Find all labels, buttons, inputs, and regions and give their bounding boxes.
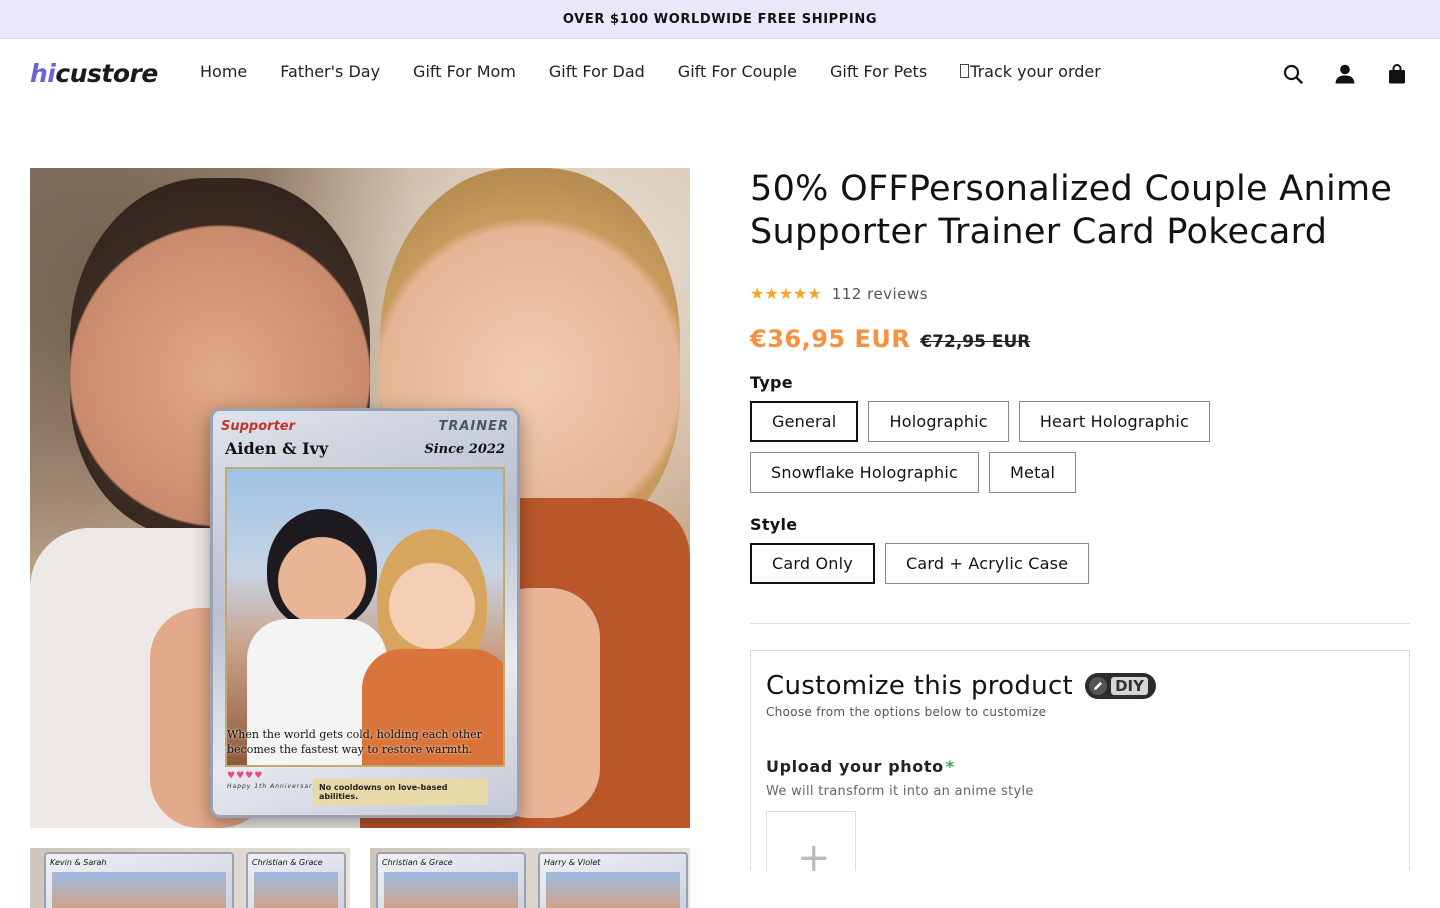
customize-subtitle: Choose from the options below to customi… xyxy=(766,705,1047,719)
type-option-holographic[interactable]: Holographic xyxy=(868,401,1009,442)
rating-row[interactable]: ★★★★★ 112 reviews xyxy=(750,284,1410,303)
customize-header: Customize this product DIY xyxy=(766,671,1394,701)
search-icon[interactable] xyxy=(1282,63,1304,85)
thumb-card-art xyxy=(52,872,226,908)
type-options: General Holographic Heart Holographic Sn… xyxy=(750,401,1410,493)
type-option-heart-holographic[interactable]: Heart Holographic xyxy=(1018,401,1210,442)
product-info: 50% OFFPersonalized Couple Anime Support… xyxy=(750,168,1410,878)
type-option-metal[interactable]: Metal xyxy=(989,452,1077,493)
art-boy-head xyxy=(267,509,377,629)
price-row: €36,95 EUR €72,95 EUR xyxy=(750,325,1410,353)
plus-icon: + xyxy=(797,835,831,881)
nav-fathers-day[interactable]: Father's Day xyxy=(280,62,380,81)
review-count: 112 reviews xyxy=(831,284,929,303)
divider xyxy=(750,623,1410,624)
logo-hi: hi xyxy=(30,59,56,88)
card-artwork xyxy=(225,467,505,767)
thumb-card-names: Christian & Grace xyxy=(252,858,323,867)
nav-gift-for-dad[interactable]: Gift For Dad xyxy=(549,62,645,81)
account-icon[interactable] xyxy=(1334,63,1356,85)
diy-badge-text: DIY xyxy=(1111,677,1148,695)
nav-home[interactable]: Home xyxy=(200,62,247,81)
type-option-snowflake-holographic[interactable]: Snowflake Holographic xyxy=(750,452,980,493)
logo[interactable]: hicustore xyxy=(30,59,158,88)
announcement-text: OVER $100 WORLDWIDE FREE SHIPPING xyxy=(562,11,878,27)
thumb-card-art xyxy=(254,872,338,908)
sale-price: €36,95 EUR xyxy=(750,325,911,353)
nav-gift-for-mom[interactable]: Gift For Mom xyxy=(413,62,516,81)
nav-track-order-label: Track your order xyxy=(970,62,1101,81)
style-option-card-only[interactable]: Card Only xyxy=(750,543,875,584)
required-marker: * xyxy=(945,757,955,776)
card-quote: When the world gets cold, holding each o… xyxy=(227,728,482,756)
style-label: Style xyxy=(750,515,798,534)
card-topline: Supporter TRAINER xyxy=(221,415,509,437)
glyph-placeholder xyxy=(960,64,970,78)
thumbnail-1[interactable]: Kevin & Sarah Christian & Grace xyxy=(30,848,350,908)
card-anniversary: Happy 1th Anniversary xyxy=(227,783,318,790)
trainer-card: Supporter TRAINER Aiden & Ivy Since 2022… xyxy=(210,408,520,818)
nav-gift-for-pets[interactable]: Gift For Pets xyxy=(830,62,927,81)
site-header: hicustore Home Father's Day Gift For Mom… xyxy=(0,39,1440,109)
card-tag: Supporter xyxy=(221,418,296,434)
card-kind: TRAINER xyxy=(438,418,509,434)
customize-panel: Customize this product DIY Choose from t… xyxy=(750,650,1410,878)
art-girl-head xyxy=(377,529,487,669)
card-hearts: ♥♥♥♥ Happy 1th Anniversary xyxy=(227,771,318,790)
upload-title-text: Upload your photo xyxy=(766,757,944,776)
product-title: 50% OFFPersonalized Couple Anime Support… xyxy=(750,169,1393,252)
logo-rest: custore xyxy=(55,59,158,88)
thumb-card-names: Harry & Violet xyxy=(544,858,601,867)
upload-subtitle: We will transform it into an anime style xyxy=(766,784,1034,799)
type-option-general[interactable]: General xyxy=(750,401,859,442)
nav-gift-for-couple[interactable]: Gift For Couple xyxy=(678,62,797,81)
thumb-card-art xyxy=(384,872,518,908)
customize-title: Customize this product xyxy=(766,671,1074,701)
product-gallery: Supporter TRAINER Aiden & Ivy Since 2022… xyxy=(30,168,690,908)
style-option-card-acrylic-case[interactable]: Card + Acrylic Case xyxy=(884,543,1090,584)
main-nav: Home Father's Day Gift For Mom Gift For … xyxy=(200,62,1134,81)
style-options: Card Only Card + Acrylic Case xyxy=(750,543,1410,584)
cart-icon[interactable] xyxy=(1386,63,1408,85)
type-label: Type xyxy=(750,373,793,392)
thumbnail-2[interactable]: Christian & Grace Harry & Violet xyxy=(370,848,690,908)
card-names-row: Aiden & Ivy Since 2022 xyxy=(225,439,505,458)
original-price: €72,95 EUR xyxy=(920,332,1031,352)
upload-title: Upload your photo * xyxy=(766,757,1394,776)
announcement-bar: OVER $100 WORLDWIDE FREE SHIPPING xyxy=(0,0,1440,39)
diy-badge: DIY xyxy=(1085,673,1156,699)
upload-photo-button[interactable]: + xyxy=(766,811,856,878)
thumb-card-names: Kevin & Sarah xyxy=(50,858,107,867)
card-footer: No cooldowns on love-based abilities. xyxy=(313,779,488,805)
card-names: Aiden & Ivy xyxy=(225,439,329,458)
header-icons xyxy=(1282,63,1408,85)
thumb-card-art xyxy=(546,872,680,908)
star-rating-icon: ★★★★★ xyxy=(750,284,822,303)
nav-track-order[interactable]: Track your order xyxy=(960,62,1101,81)
pencil-icon xyxy=(1089,677,1108,695)
card-since: Since 2022 xyxy=(424,442,505,457)
product-main-image[interactable]: Supporter TRAINER Aiden & Ivy Since 2022… xyxy=(30,168,690,828)
thumb-card-names: Christian & Grace xyxy=(382,858,453,867)
thumbnail-strip: Kevin & Sarah Christian & Grace Christia… xyxy=(30,848,690,908)
